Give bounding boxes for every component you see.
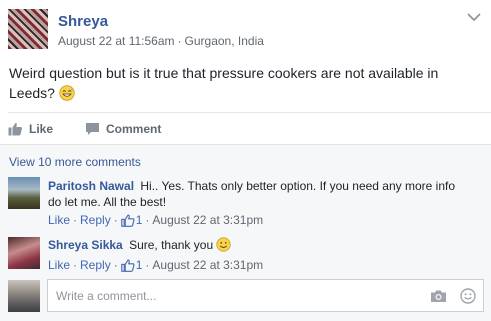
post-meta: August 22 at 11:56am · Gurgaon, India [58, 34, 264, 48]
post-body: Weird question but is it true that press… [9, 63, 479, 103]
separator: · [73, 213, 78, 227]
comment-actions: Like · Reply · 1 · August 22 at 3:31pm [48, 258, 263, 272]
post-author-name[interactable]: Shreya [58, 13, 108, 30]
comment-like-count[interactable]: 1 [136, 258, 143, 272]
post-location[interactable]: Gurgaon, India [185, 34, 264, 48]
comment-text: Sure, thank you [129, 238, 214, 252]
smile-emoji-icon [216, 237, 232, 252]
sweat-smile-emoji-icon [59, 85, 75, 101]
comment-body: Paritosh Nawal Hi.. Yes. Thats only bett… [48, 178, 468, 210]
commenter-avatar[interactable] [8, 177, 40, 209]
separator: · [113, 258, 118, 272]
comment-time[interactable]: August 22 at 3:31pm [152, 213, 263, 227]
commenter-avatar[interactable] [8, 237, 40, 269]
comment-input[interactable] [56, 287, 416, 305]
comment-like-count[interactable]: 1 [136, 213, 143, 227]
author-avatar[interactable] [8, 9, 48, 49]
separator: · [145, 213, 150, 227]
like-button[interactable]: Like [8, 122, 53, 136]
like-thumb-icon [8, 122, 22, 136]
like-label: Like [29, 122, 54, 136]
comments-section: View 10 more comments Paritosh Nawal Hi.… [0, 144, 491, 321]
comment-reply-link[interactable]: Reply [80, 258, 111, 272]
comment-actions: Like · Reply · 1 · August 22 at 3:31pm [48, 213, 263, 227]
divider [8, 112, 491, 113]
comment-reply-link[interactable]: Reply [80, 213, 111, 227]
separator: · [113, 213, 118, 227]
like-thumb-icon [120, 259, 135, 272]
current-user-avatar [8, 280, 40, 312]
like-thumb-icon [120, 214, 135, 227]
comment-button[interactable]: Comment [85, 122, 161, 136]
view-more-comments-link[interactable]: View 10 more comments [9, 155, 141, 169]
comment-time[interactable]: August 22 at 3:31pm [152, 258, 263, 272]
comment-like-link[interactable]: Like [48, 213, 70, 227]
camera-icon[interactable] [430, 289, 447, 303]
feed-post: Shreya August 22 at 11:56am · Gurgaon, Ind… [0, 0, 491, 321]
comment-label: Comment [106, 122, 162, 136]
chevron-down-icon[interactable] [467, 12, 481, 22]
post-actions: Like Comment [8, 120, 193, 138]
comment-like-link[interactable]: Like [48, 258, 70, 272]
separator: · [145, 258, 150, 272]
commenter-name[interactable]: Paritosh Nawal [48, 179, 134, 193]
commenter-name[interactable]: Shreya Sikka [48, 238, 123, 252]
comment-body: Shreya Sikka Sure, thank you [48, 237, 468, 253]
comment-bubble-icon [86, 123, 100, 135]
post-date[interactable]: August 22 at 11:56am [58, 34, 175, 48]
meta-separator: · [177, 34, 182, 48]
comment-composer [47, 279, 484, 312]
emoji-picker-icon[interactable] [460, 288, 476, 304]
separator: · [73, 258, 78, 272]
